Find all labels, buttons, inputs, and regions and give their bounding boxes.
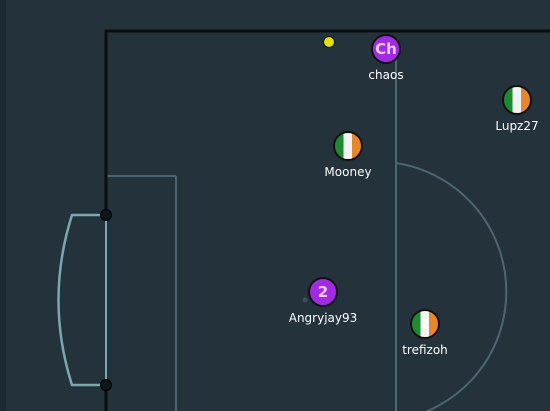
left-border-strip [0,0,6,411]
goal-post-bottom [100,379,112,391]
player-disc: Ch [371,34,401,64]
player-name: Angryjay93 [288,311,358,325]
player-disc [502,85,532,115]
player-name: Lupz27 [495,119,539,133]
kick-indicator [302,297,308,303]
ball [323,36,335,48]
player-disc [333,131,363,161]
player-avatar: Ch [375,39,397,58]
player-name: chaos [368,68,404,82]
player-disc: 2 [410,309,440,339]
goal-post-top [100,209,112,221]
player-avatar: 2 [420,317,430,331]
player-name: Mooney [324,165,372,179]
player-disc: 2 [308,277,338,307]
player-avatar: 2 [317,282,329,301]
player-name: trefizoh [402,343,448,357]
